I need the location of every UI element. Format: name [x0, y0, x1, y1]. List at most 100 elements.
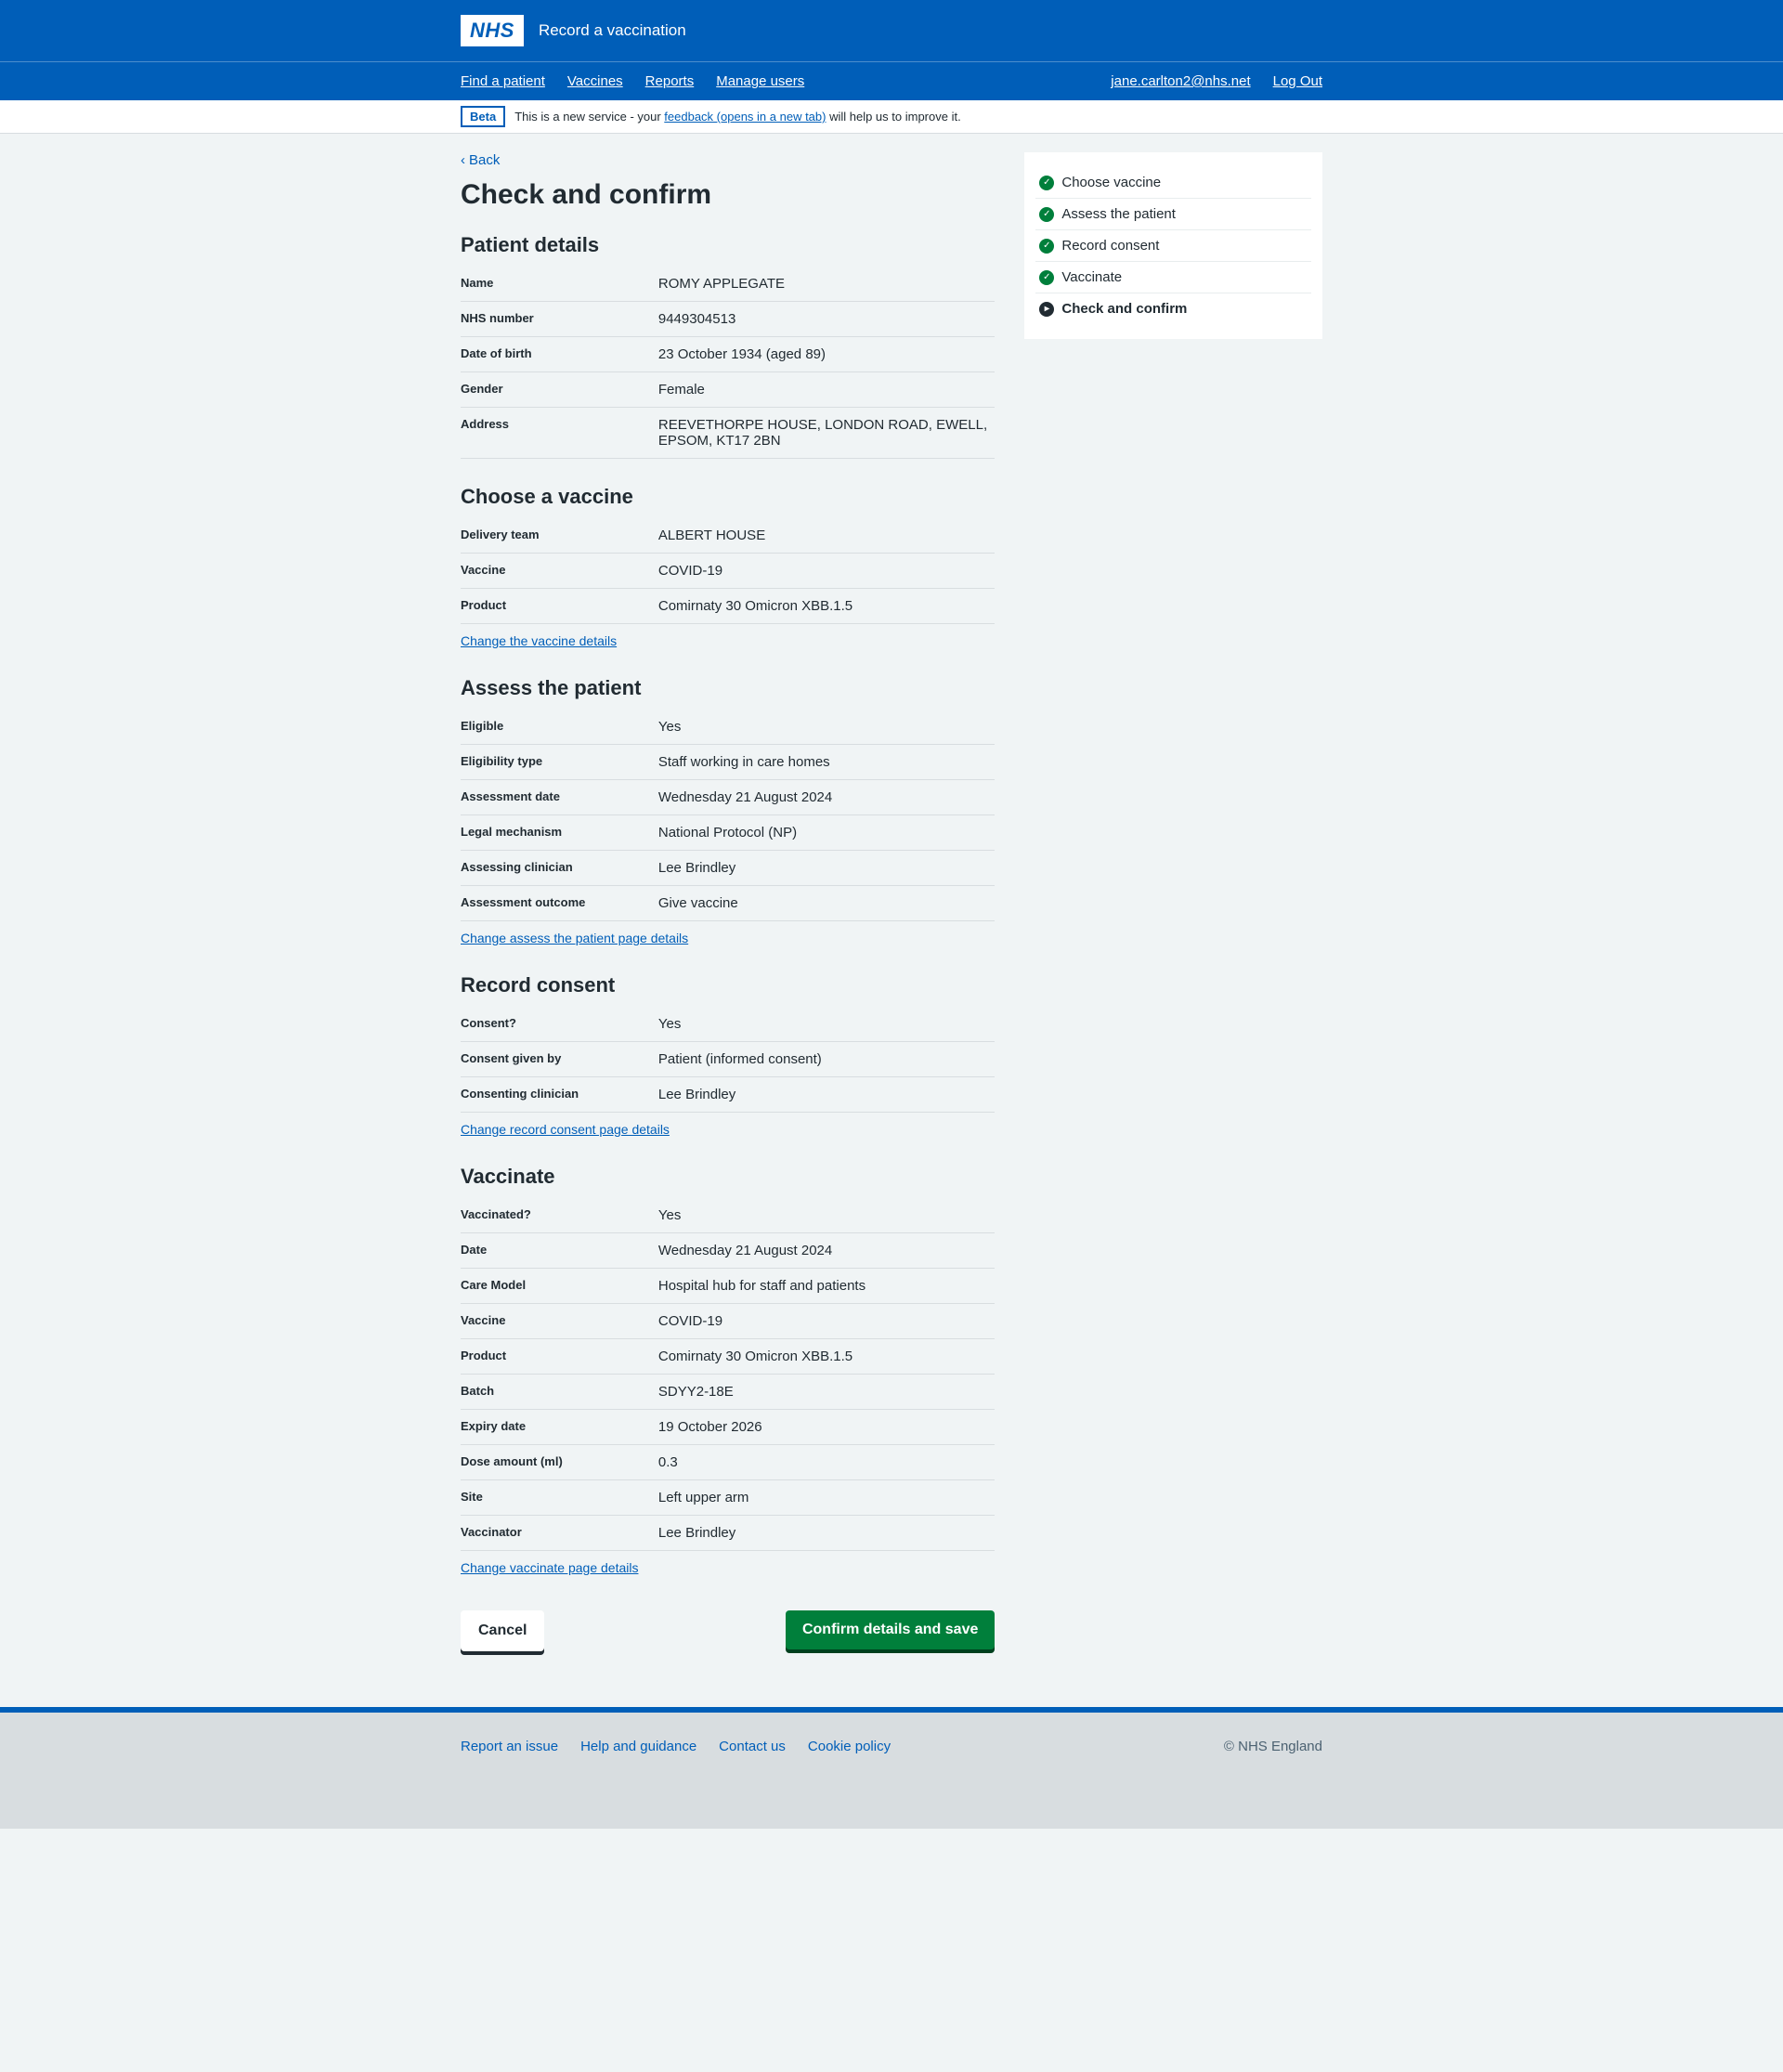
summary-value: Wednesday 21 August 2024 — [658, 1243, 995, 1258]
summary-row: Assessment outcomeGive vaccine — [461, 886, 995, 921]
phase-suffix: will help us to improve it. — [826, 110, 960, 124]
footer-links: Report an issue Help and guidance Contac… — [461, 1739, 891, 1754]
app-header: NHS Record a vaccination Find a patient … — [0, 0, 1783, 100]
summary-key: Gender — [461, 382, 658, 397]
nav-vaccines[interactable]: Vaccines — [567, 73, 623, 89]
main-content: ‹ Back Check and confirm Patient details… — [0, 134, 1783, 1707]
summary-row: VaccineCOVID-19 — [461, 1304, 995, 1339]
summary-key: Care Model — [461, 1278, 658, 1294]
summary-key: Product — [461, 598, 658, 614]
summary-row: Assessment dateWednesday 21 August 2024 — [461, 780, 995, 815]
summary-value: 9449304513 — [658, 311, 995, 327]
summary-row: GenderFemale — [461, 372, 995, 408]
summary-value: Yes — [658, 1207, 995, 1223]
feedback-link[interactable]: feedback (opens in a new tab) — [664, 110, 826, 124]
back-link[interactable]: ‹ Back — [461, 152, 500, 168]
progress-label: Vaccinate — [1061, 269, 1122, 285]
nav-manage-users[interactable]: Manage users — [716, 73, 804, 89]
summary-row: EligibleYes — [461, 710, 995, 745]
summary-key: Delivery team — [461, 528, 658, 543]
summary-row: DateWednesday 21 August 2024 — [461, 1233, 995, 1269]
summary-row: Legal mechanismNational Protocol (NP) — [461, 815, 995, 851]
summary-key: Vaccinated? — [461, 1207, 658, 1223]
footer-cookie[interactable]: Cookie policy — [808, 1739, 891, 1754]
summary-key: Date — [461, 1243, 658, 1258]
footer-contact[interactable]: Contact us — [719, 1739, 786, 1754]
summary-value: 23 October 1934 (aged 89) — [658, 346, 995, 362]
footer-help[interactable]: Help and guidance — [580, 1739, 696, 1754]
cancel-button[interactable]: Cancel — [461, 1610, 544, 1651]
progress-step: ✓Assess the patient — [1035, 199, 1311, 230]
summary-row: ProductComirnaty 30 Omicron XBB.1.5 — [461, 1339, 995, 1375]
summary-key: Assessment date — [461, 789, 658, 805]
summary-row: Assessing clinicianLee Brindley — [461, 851, 995, 886]
summary-key: Consent? — [461, 1016, 658, 1032]
summary-value: COVID-19 — [658, 563, 995, 579]
progress-label: Check and confirm — [1061, 301, 1187, 317]
summary-key: Name — [461, 276, 658, 292]
tick-icon: ✓ — [1039, 270, 1054, 285]
summary-row: Consenting clinicianLee Brindley — [461, 1077, 995, 1113]
summary-row: Date of birth23 October 1934 (aged 89) — [461, 337, 995, 372]
summary-row: NHS number9449304513 — [461, 302, 995, 337]
summary-value: Left upper arm — [658, 1490, 995, 1505]
arrow-right-icon: ▸ — [1039, 302, 1054, 317]
change-vaccinate-link[interactable]: Change vaccinate page details — [461, 1560, 638, 1575]
progress-label: Choose vaccine — [1061, 175, 1161, 190]
nhs-logo: NHS — [461, 15, 524, 46]
change-vaccine-link[interactable]: Change the vaccine details — [461, 633, 617, 648]
progress-step: ✓ Choose vaccine — [1035, 167, 1311, 199]
nav-find-patient[interactable]: Find a patient — [461, 73, 545, 89]
summary-row: Dose amount (ml)0.3 — [461, 1445, 995, 1480]
copyright: © NHS England — [1224, 1739, 1322, 1754]
section-patient-title: Patient details — [461, 233, 995, 257]
summary-value: National Protocol (NP) — [658, 825, 995, 841]
summary-key: Eligibility type — [461, 754, 658, 770]
summary-key: Dose amount (ml) — [461, 1454, 658, 1470]
summary-key: Address — [461, 417, 658, 449]
tick-icon: ✓ — [1039, 176, 1054, 190]
change-consent-link[interactable]: Change record consent page details — [461, 1122, 670, 1137]
phase-text: This is a new service - your feedback (o… — [514, 110, 961, 124]
summary-value: Comirnaty 30 Omicron XBB.1.5 — [658, 598, 995, 614]
summary-value: Wednesday 21 August 2024 — [658, 789, 995, 805]
summary-row: Delivery teamALBERT HOUSE — [461, 518, 995, 554]
summary-row: Eligibility typeStaff working in care ho… — [461, 745, 995, 780]
summary-row: VaccinatorLee Brindley — [461, 1516, 995, 1551]
summary-row: Consent?Yes — [461, 1007, 995, 1042]
summary-row: NameROMY APPLEGATE — [461, 267, 995, 302]
nav-reports[interactable]: Reports — [645, 73, 695, 89]
vaccinate-summary: Vaccinated?Yes DateWednesday 21 August 20… — [461, 1198, 995, 1551]
summary-value: Female — [658, 382, 995, 397]
change-assess-link[interactable]: Change assess the patient page details — [461, 931, 688, 945]
summary-key: Date of birth — [461, 346, 658, 362]
summary-value: ALBERT HOUSE — [658, 528, 995, 543]
nav-user-email[interactable]: jane.carlton2@nhs.net — [1111, 73, 1250, 89]
summary-key: Vaccine — [461, 1313, 658, 1329]
summary-row: VaccineCOVID-19 — [461, 554, 995, 589]
summary-value: REEVETHORPE HOUSE, LONDON ROAD, EWELL, E… — [658, 417, 995, 449]
summary-key: Batch — [461, 1384, 658, 1400]
section-vaccinate-title: Vaccinate — [461, 1165, 995, 1189]
progress-step: ▸ Check and confirm — [1035, 293, 1311, 324]
nav-logout[interactable]: Log Out — [1273, 73, 1322, 89]
footer: Report an issue Help and guidance Contac… — [0, 1713, 1783, 1829]
summary-value: Give vaccine — [658, 895, 995, 911]
summary-value: SDYY2-18E — [658, 1384, 995, 1400]
phase-banner: Beta This is a new service - your feedba… — [0, 100, 1783, 134]
summary-value: 0.3 — [658, 1454, 995, 1470]
summary-value: Yes — [658, 1016, 995, 1032]
summary-value: COVID-19 — [658, 1313, 995, 1329]
summary-key: Vaccine — [461, 563, 658, 579]
summary-value: Staff working in care homes — [658, 754, 995, 770]
progress-label: Assess the patient — [1061, 206, 1176, 222]
page-title: Check and confirm — [461, 179, 995, 211]
summary-key: Product — [461, 1349, 658, 1364]
footer-report-issue[interactable]: Report an issue — [461, 1739, 558, 1754]
summary-value: 19 October 2026 — [658, 1419, 995, 1435]
patient-summary: NameROMY APPLEGATENHS number9449304513Da… — [461, 267, 995, 459]
progress-card: ✓Choose vaccine✓Assess the patient✓Recor… — [1024, 152, 1322, 339]
summary-row: Expiry date19 October 2026 — [461, 1410, 995, 1445]
consent-summary: Consent?YesConsent given byPatient (info… — [461, 1007, 995, 1113]
confirm-button[interactable]: Confirm details and save — [786, 1610, 995, 1649]
